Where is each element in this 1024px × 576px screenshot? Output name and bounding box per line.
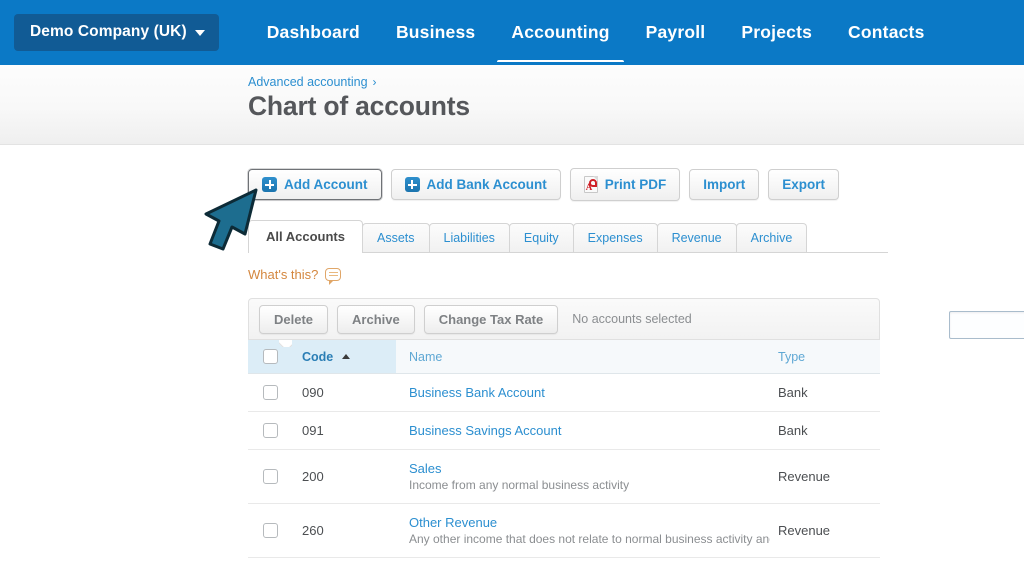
primary-nav-links: Dashboard Business Accounting Payroll Pr… [249, 0, 943, 65]
row-code: 090 [288, 374, 396, 412]
account-description: Income from any normal business activity [409, 478, 770, 492]
main-content: Add Account Add Bank Account Print PDF I… [0, 145, 1024, 576]
breadcrumb-separator-icon: › [373, 75, 377, 89]
add-account-button[interactable]: Add Account [248, 169, 382, 200]
pdf-icon [584, 176, 598, 193]
column-header-code-label: Code [302, 350, 333, 364]
add-bank-account-button[interactable]: Add Bank Account [391, 169, 561, 200]
account-name-link[interactable]: Business Bank Account [409, 385, 770, 400]
table-row[interactable]: 200 Sales Income from any normal busines… [248, 450, 880, 504]
row-code: 091 [288, 412, 396, 450]
account-name-link[interactable]: Business Savings Account [409, 423, 770, 438]
row-name-cell: Business Savings Account [396, 412, 770, 450]
tab-revenue[interactable]: Revenue [657, 223, 737, 252]
action-bar-notch [279, 340, 292, 347]
column-header-name[interactable]: Name [396, 340, 770, 374]
breadcrumb[interactable]: Advanced accounting › [248, 75, 1024, 89]
export-button[interactable]: Export [768, 169, 839, 200]
row-select-cell [248, 374, 288, 412]
row-code: 200 [288, 450, 396, 504]
row-code: 260 [288, 504, 396, 558]
column-header-code[interactable]: Code [288, 340, 396, 374]
print-pdf-button[interactable]: Print PDF [570, 168, 681, 201]
row-type: Revenue [770, 450, 880, 504]
nav-item-contacts[interactable]: Contacts [830, 0, 942, 65]
toolbar: Add Account Add Bank Account Print PDF I… [248, 145, 1024, 201]
plus-icon [405, 177, 420, 192]
archive-button[interactable]: Archive [337, 305, 415, 334]
account-description: Any other income that does not relate to… [409, 532, 770, 546]
print-pdf-label: Print PDF [605, 177, 667, 192]
top-navigation-bar: Demo Company (UK) Dashboard Business Acc… [0, 0, 1024, 65]
row-name-cell: Other Revenue Any other income that does… [396, 504, 770, 558]
delete-button[interactable]: Delete [259, 305, 328, 334]
nav-item-projects[interactable]: Projects [723, 0, 830, 65]
export-label: Export [782, 177, 825, 192]
whats-this-link[interactable]: What's this? [248, 267, 341, 282]
page-title: Chart of accounts [248, 91, 1024, 122]
bulk-action-bar-wrapper: Delete Archive Change Tax Rate No accoun… [248, 298, 880, 340]
add-account-label: Add Account [284, 177, 368, 192]
row-checkbox[interactable] [263, 523, 278, 538]
company-selector-label: Demo Company (UK) [30, 23, 187, 41]
row-checkbox[interactable] [263, 385, 278, 400]
row-type: Bank [770, 374, 880, 412]
add-bank-account-label: Add Bank Account [427, 177, 547, 192]
accounts-table-header: Code Name Type [248, 340, 880, 374]
sort-ascending-icon [342, 354, 350, 359]
table-header-row: Code Name Type [248, 340, 880, 374]
row-select-cell [248, 412, 288, 450]
bulk-action-bar: Delete Archive Change Tax Rate No accoun… [248, 298, 880, 340]
row-select-cell [248, 504, 288, 558]
search-input[interactable] [949, 311, 1024, 339]
row-type: Bank [770, 412, 880, 450]
nav-item-payroll[interactable]: Payroll [628, 0, 724, 65]
row-type: Revenue [770, 504, 880, 558]
nav-item-dashboard[interactable]: Dashboard [249, 0, 378, 65]
tab-archive[interactable]: Archive [736, 223, 808, 252]
breadcrumb-link-advanced-accounting[interactable]: Advanced accounting [248, 75, 368, 89]
account-filter-tabs: All Accounts Assets Liabilities Equity E… [248, 220, 888, 253]
row-checkbox[interactable] [263, 469, 278, 484]
account-name-link[interactable]: Sales [409, 461, 770, 476]
import-button[interactable]: Import [689, 169, 759, 200]
select-all-checkbox[interactable] [263, 349, 278, 364]
change-tax-rate-button[interactable]: Change Tax Rate [424, 305, 559, 334]
page-subheader: Advanced accounting › Chart of accounts [0, 65, 1024, 145]
table-row[interactable]: 260 Other Revenue Any other income that … [248, 504, 880, 558]
tab-expenses[interactable]: Expenses [573, 223, 658, 252]
chevron-down-icon [195, 30, 205, 36]
plus-icon [262, 177, 277, 192]
row-checkbox[interactable] [263, 423, 278, 438]
nav-item-accounting[interactable]: Accounting [493, 0, 627, 65]
row-name-cell: Business Bank Account [396, 374, 770, 412]
whats-this-label: What's this? [248, 267, 318, 282]
row-name-cell: Sales Income from any normal business ac… [396, 450, 770, 504]
tab-assets[interactable]: Assets [362, 223, 430, 252]
tab-all-accounts[interactable]: All Accounts [248, 220, 363, 252]
tab-liabilities[interactable]: Liabilities [429, 223, 510, 252]
selection-status-text: No accounts selected [572, 312, 692, 326]
speech-bubble-icon [325, 268, 341, 281]
row-select-cell [248, 450, 288, 504]
accounts-table: Code Name Type 090 Business Bank Account… [248, 340, 880, 558]
table-row[interactable]: 090 Business Bank Account Bank [248, 374, 880, 412]
company-selector-button[interactable]: Demo Company (UK) [14, 14, 219, 51]
account-name-link[interactable]: Other Revenue [409, 515, 770, 530]
import-label: Import [703, 177, 745, 192]
column-header-type[interactable]: Type [770, 340, 880, 374]
table-row[interactable]: 091 Business Savings Account Bank [248, 412, 880, 450]
tab-equity[interactable]: Equity [509, 223, 574, 252]
nav-item-business[interactable]: Business [378, 0, 493, 65]
accounts-table-body: 090 Business Bank Account Bank 091 Busin… [248, 374, 880, 558]
